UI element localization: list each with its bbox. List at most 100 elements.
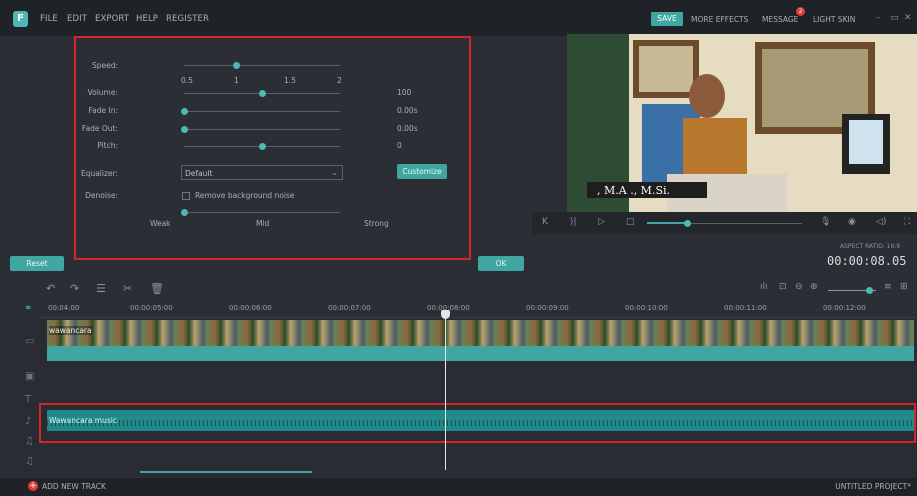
grid-view-icon[interactable]: ⊞ — [900, 282, 908, 292]
zoom-out-icon[interactable]: ⊖ — [795, 282, 803, 292]
ruler-label: 00:00:12:00 — [823, 304, 866, 312]
customize-button[interactable]: Customize — [397, 164, 447, 179]
maximize-icon[interactable]: ▭ — [890, 13, 899, 23]
video-editor-window: F FILE EDIT EXPORT HELP REGISTER SAVE MO… — [0, 0, 917, 496]
light-skin-link[interactable]: LIGHT SKIN — [813, 15, 855, 24]
message-link[interactable]: MESSAGE — [762, 15, 798, 24]
playback-controls: K ⟩| ▷ □ 🎙 ◉ ◁) ⛶ — [532, 212, 917, 234]
pitch-value: 0 — [397, 141, 402, 150]
play-icon[interactable]: ▷ — [598, 217, 605, 227]
menubar: F FILE EDIT EXPORT HELP REGISTER SAVE MO… — [0, 0, 917, 36]
snapshot-icon[interactable]: ◉ — [848, 217, 856, 227]
zoom-in-icon[interactable]: ⊕ — [810, 282, 818, 292]
pitch-label: Pitch: — [97, 141, 118, 150]
video-clip[interactable] — [47, 320, 914, 346]
music-track-icon: ♫ — [25, 436, 34, 447]
app-logo: F — [13, 11, 28, 27]
speed-tick: 2 — [337, 76, 342, 85]
status-bar: + ADD NEW TRACK UNTITLED PROJECT* — [0, 478, 917, 496]
pitch-slider-knob[interactable] — [259, 143, 266, 150]
denoise-slider[interactable] — [184, 212, 340, 213]
denoise-level: Weak — [150, 219, 171, 228]
ruler-label: 00:04:00 — [48, 304, 80, 312]
timeline-ruler: 00:04:00 00:00:05:00 00:00:06:00 00:00:0… — [40, 300, 917, 318]
timeline-toolbar: ↶ ↷ ☰ ✂ 🗑 ılı ⊡ ⊖ ⊕ ≡ ⊞ — [0, 278, 917, 300]
horizontal-scrollbar[interactable] — [140, 471, 312, 473]
speed-label: Speed: — [91, 61, 118, 70]
fade-in-label: Fade In: — [88, 106, 118, 115]
menu-export[interactable]: EXPORT — [95, 14, 129, 24]
link-icon[interactable]: ⚭ — [24, 303, 32, 314]
microphone-icon[interactable]: 🎙 — [820, 217, 831, 227]
step-back-icon[interactable]: ⟩| — [570, 217, 577, 227]
stop-icon[interactable]: □ — [626, 217, 635, 227]
ruler-label: 00:00:05:00 — [130, 304, 173, 312]
fade-out-value: 0.00s — [397, 124, 418, 133]
video-clip-bar[interactable] — [47, 346, 914, 361]
speed-tick: 1 — [234, 76, 239, 85]
denoise-label: Denoise: — [85, 191, 118, 200]
aspect-ratio-label: ASPECT RATIO: 16:9 — [840, 243, 901, 250]
highlight-frame-audio-track — [39, 403, 916, 443]
volume-icon[interactable]: ◁) — [876, 217, 886, 227]
fit-icon[interactable]: ⊡ — [779, 282, 787, 292]
add-icon[interactable]: + — [28, 481, 38, 491]
fade-in-slider-knob[interactable] — [181, 108, 188, 115]
video-preview: , M.A ., M.Si. — [567, 34, 917, 214]
more-effects-link[interactable]: MORE EFFECTS — [691, 15, 748, 24]
speed-slider[interactable] — [184, 65, 340, 66]
audio-mixer-icon[interactable]: ılı — [760, 282, 768, 292]
chevron-down-icon: ⌄ — [331, 168, 338, 177]
project-name: UNTITLED PROJECT* — [835, 482, 911, 491]
video-clip-label: wawancara — [49, 326, 92, 335]
fade-out-slider[interactable] — [184, 129, 340, 130]
remove-noise-label: Remove background noise — [195, 191, 295, 200]
volume-slider-knob[interactable] — [259, 90, 266, 97]
fade-out-slider-knob[interactable] — [181, 126, 188, 133]
speed-slider-knob[interactable] — [233, 62, 240, 69]
pip-track-icon: ▣ — [25, 371, 35, 382]
playhead[interactable] — [445, 312, 446, 470]
ruler-label: 00:00:11:00 — [724, 304, 767, 312]
fade-in-slider[interactable] — [184, 111, 340, 112]
message-badge: 2 — [796, 7, 805, 16]
minimize-icon[interactable]: – — [876, 13, 881, 23]
close-icon[interactable]: ✕ — [904, 13, 912, 23]
add-new-track-button[interactable]: ADD NEW TRACK — [42, 482, 106, 491]
playback-progress-knob[interactable] — [684, 220, 691, 227]
menu-register[interactable]: REGISTER — [166, 14, 209, 24]
remove-noise-checkbox[interactable] — [182, 192, 190, 200]
speed-tick: 0.5 — [181, 76, 193, 85]
playhead-handle[interactable] — [441, 310, 450, 319]
cut-icon[interactable]: ✂ — [123, 282, 132, 295]
fade-out-label: Fade Out: — [81, 124, 118, 133]
delete-icon[interactable]: 🗑 — [150, 282, 164, 295]
menu-help[interactable]: HELP — [136, 14, 158, 24]
playback-progress-fill — [647, 222, 687, 224]
list-view-icon[interactable]: ≡ — [884, 282, 892, 292]
menu-edit[interactable]: EDIT — [67, 14, 87, 24]
menu-file[interactable]: FILE — [40, 14, 58, 24]
timecode: 00:00:08.05 — [827, 254, 907, 268]
highlight-frame-audio-settings — [74, 36, 471, 260]
save-button[interactable]: SAVE — [651, 12, 683, 26]
denoise-slider-knob[interactable] — [181, 209, 188, 216]
video-track-icon: ▭ — [25, 336, 35, 347]
zoom-slider-knob[interactable] — [866, 287, 873, 294]
ok-button[interactable]: OK — [478, 256, 524, 271]
speed-tick: 1.5 — [284, 76, 296, 85]
volume-value: 100 — [397, 88, 412, 97]
ruler-label: 00:00:06:00 — [229, 304, 272, 312]
denoise-level: Strong — [364, 219, 389, 228]
adjust-icon[interactable]: ☰ — [96, 282, 106, 295]
reset-button[interactable]: Reset — [10, 256, 64, 271]
redo-icon[interactable]: ↷ — [70, 282, 79, 295]
skip-back-icon[interactable]: K — [542, 217, 548, 227]
fade-in-value: 0.00s — [397, 106, 418, 115]
fullscreen-icon[interactable]: ⛶ — [904, 217, 910, 227]
music-track-icon: ♫ — [25, 456, 34, 467]
undo-icon[interactable]: ↶ — [46, 282, 55, 295]
equalizer-select[interactable]: Default ⌄ — [181, 165, 343, 180]
denoise-level: Mid — [256, 219, 270, 228]
volume-label: Volume: — [87, 88, 118, 97]
